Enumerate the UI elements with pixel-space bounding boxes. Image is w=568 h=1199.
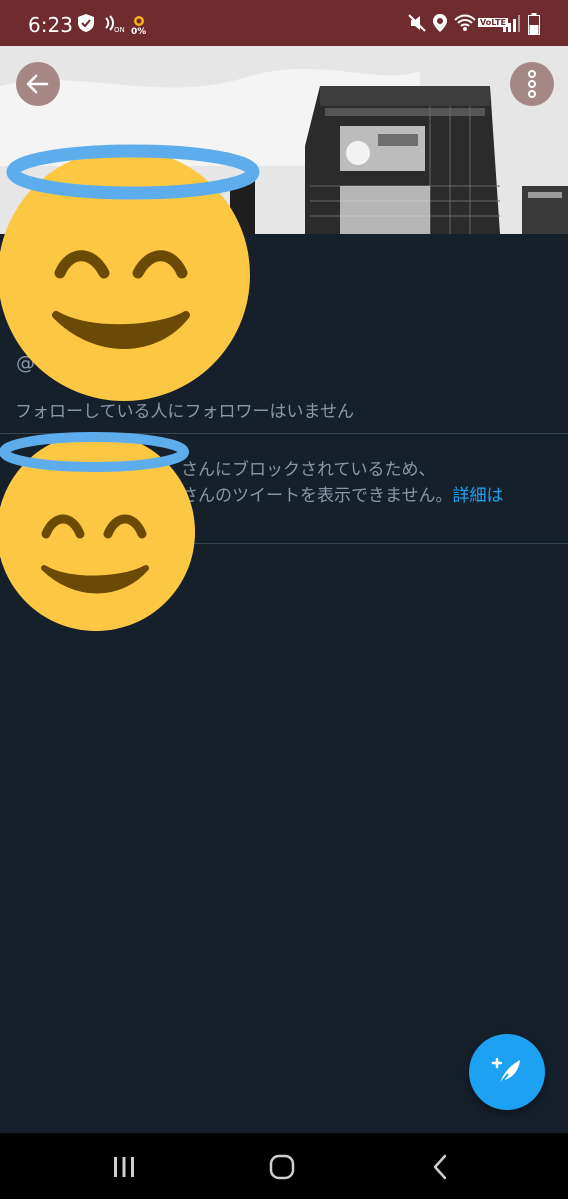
blocked-notice-line1: さんにブロックされているため、 [181,460,436,480]
smiling-face-with-halo-icon [0,432,195,631]
battery-icon [528,13,540,35]
smiling-face-with-halo-icon [0,144,260,401]
back-button[interactable] [16,62,60,106]
nfc-icon: ON [105,15,125,33]
learn-more-link[interactable]: 詳細は [453,486,504,506]
system-nav-bar [0,1133,568,1199]
arrow-left-icon [26,74,49,94]
compose-tweet-icon [491,1057,520,1086]
home-icon [269,1154,295,1180]
mute-icon [408,14,426,32]
back-nav-button[interactable] [410,1147,470,1187]
wifi-icon [454,14,476,31]
data-saver-icon [134,16,144,26]
compose-tweet-button[interactable] [469,1034,545,1110]
back-icon [433,1154,447,1180]
blocked-notice-line2: さんのツイートを表示できません。詳細は [181,481,504,506]
shield-icon [78,14,94,32]
recents-button[interactable] [94,1147,154,1187]
status-bar: 6:23 ON 0% VoLTE [0,0,568,46]
recents-icon [114,1157,134,1177]
status-time: 6:23 [28,13,73,37]
blocked-notice-text: さんのツイートを表示できません。 [181,486,453,506]
more-options-button[interactable] [510,62,554,106]
home-button[interactable] [252,1147,312,1187]
data-saver-pct: 0% [131,27,147,37]
signal-icon [503,15,520,32]
location-icon [433,14,447,32]
more-vertical-icon [528,70,536,98]
svg-text:ON: ON [114,26,125,33]
